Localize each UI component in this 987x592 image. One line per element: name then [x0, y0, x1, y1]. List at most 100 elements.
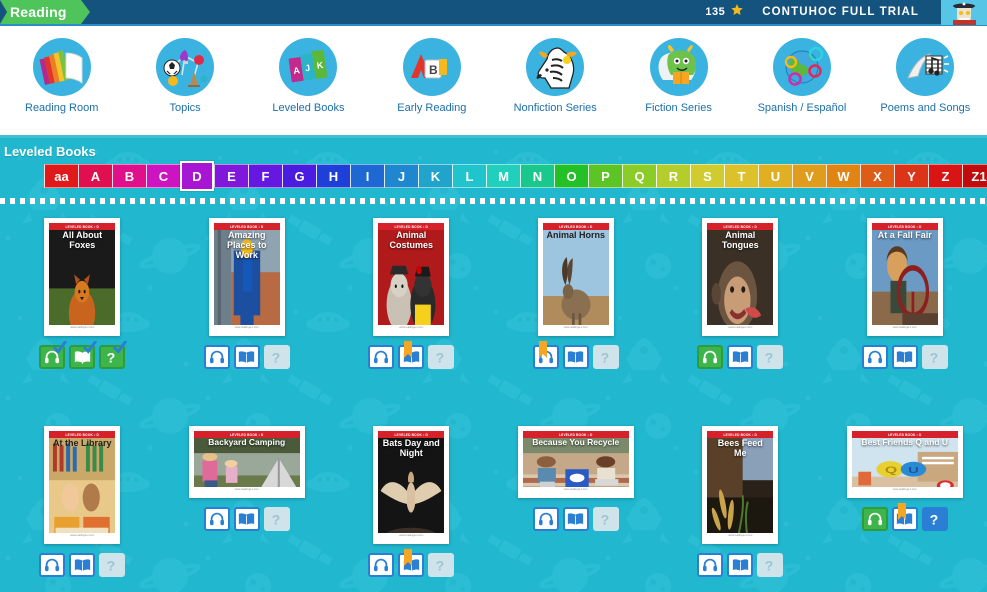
level-tab-L[interactable]: L [452, 164, 486, 188]
listen-icon[interactable] [39, 340, 67, 369]
read-icon[interactable] [891, 345, 918, 369]
nav-label: Poems and Songs [880, 102, 971, 114]
cover-level-band: LEVELED BOOK • D [707, 223, 774, 230]
cover-level-band: LEVELED BOOK • D [378, 223, 445, 230]
book-cover[interactable]: LEVELED BOOK • D Backyard Camping www.read… [188, 426, 305, 498]
level-tab-H[interactable]: H [316, 164, 350, 188]
quiz-icon: ? [592, 507, 619, 531]
read-icon[interactable] [398, 341, 425, 369]
listen-icon[interactable] [532, 341, 559, 369]
book-cover[interactable]: Q U LEVELED BOOK • D Best Friends Q and U ww… [846, 426, 963, 498]
read-icon[interactable] [727, 345, 754, 369]
check-icon [83, 340, 97, 360]
brand-tab-reading[interactable]: Reading [0, 0, 90, 24]
read-icon[interactable] [727, 553, 754, 577]
level-tab-label: R [668, 168, 679, 184]
nav-item-early-reading[interactable]: B Early Reading [370, 38, 493, 115]
level-tab-E[interactable]: E [214, 164, 248, 188]
listen-icon[interactable] [861, 507, 888, 531]
book-grid: LEVELED BOOK • D All About Foxes www.readi… [0, 204, 987, 592]
read-icon[interactable] [562, 507, 589, 531]
book-action-icons: ? [532, 507, 619, 531]
nav-item-nonfiction-series[interactable]: Nonfiction Series [494, 38, 617, 115]
nav-item-fiction-series[interactable]: Fiction Series [617, 38, 740, 115]
level-tab-X[interactable]: X [860, 164, 894, 188]
quiz-icon[interactable]: ? [99, 340, 127, 369]
book-cover[interactable]: LEVELED BOOK • D Bats Day and Night www.re… [373, 426, 450, 544]
level-tab-aa[interactable]: aa [44, 164, 78, 188]
read-icon[interactable] [398, 549, 425, 577]
listen-icon[interactable] [532, 507, 559, 531]
avatar[interactable] [941, 0, 987, 25]
section-title: Leveled Books [4, 144, 96, 159]
cover-footer-url: www.readinga-z.com [542, 325, 609, 331]
level-tab-F[interactable]: F [248, 164, 282, 188]
level-tab-K[interactable]: K [418, 164, 452, 188]
level-tab-D[interactable]: D [180, 161, 214, 191]
read-icon[interactable] [69, 340, 97, 369]
listen-icon[interactable] [697, 345, 724, 369]
book-action-icons: ? [39, 553, 126, 577]
listen-icon[interactable] [39, 553, 66, 577]
read-icon[interactable] [891, 503, 918, 531]
read-icon[interactable] [69, 553, 96, 577]
listen-icon[interactable] [368, 553, 395, 577]
nav-item-poems-and-songs[interactable]: Poems and Songs [864, 38, 987, 115]
book-cover[interactable]: LEVELED BOOK • D Amazing Places to Work ww… [208, 218, 285, 336]
level-tab-Z1[interactable]: Z1 [962, 164, 987, 188]
book-cover[interactable]: LEVELED BOOK • D All About Foxes www.readi… [44, 218, 121, 336]
level-tab-O[interactable]: O [554, 164, 588, 188]
book-cover[interactable]: LEVELED BOOK • D Animal Costumes www.readi… [373, 218, 450, 336]
read-icon[interactable] [562, 345, 589, 369]
level-tab-U[interactable]: U [758, 164, 792, 188]
book-cover[interactable]: LEVELED BOOK • D At a Fall Fair www.readin… [866, 218, 943, 336]
book-action-icons: ? [203, 507, 290, 531]
level-tab-P[interactable]: P [588, 164, 622, 188]
read-icon[interactable] [233, 507, 260, 531]
level-tab-Z[interactable]: Z [928, 164, 962, 188]
book-cover[interactable]: LEVELED BOOK • D At the Library www.readin… [44, 426, 121, 544]
alphabet-books-icon: A J K [279, 38, 338, 96]
nav-item-topics[interactable]: Topics [123, 38, 246, 115]
book-cover[interactable]: LEVELED BOOK • D Bees Feed Me www.readinga… [702, 426, 779, 544]
quiz-icon[interactable]: ? [921, 507, 948, 531]
level-tab-C[interactable]: C [146, 164, 180, 188]
book-cover[interactable]: LEVELED BOOK • D Animal Horns www.readinga… [537, 218, 614, 336]
read-icon[interactable] [233, 345, 260, 369]
book-cover[interactable]: LEVELED BOOK • D Animal Tongues www.readin… [702, 218, 779, 336]
listen-icon[interactable] [861, 345, 888, 369]
level-tab-V[interactable]: V [792, 164, 826, 188]
nav-item-leveled-books[interactable]: A J K Leveled Books [247, 38, 370, 115]
level-tab-I[interactable]: I [350, 164, 384, 188]
level-tab-W[interactable]: W [826, 164, 860, 188]
level-tab-M[interactable]: M [486, 164, 520, 188]
level-tab-T[interactable]: T [724, 164, 758, 188]
level-tab-J[interactable]: J [384, 164, 418, 188]
listen-icon[interactable] [203, 345, 230, 369]
cover-level-band: LEVELED BOOK • D [49, 431, 116, 438]
level-tab-N[interactable]: N [520, 164, 554, 188]
bookmark-icon [404, 341, 413, 358]
svg-text:?: ? [929, 350, 938, 365]
level-tab-A[interactable]: A [78, 164, 112, 188]
level-tab-R[interactable]: R [656, 164, 690, 188]
book-cover[interactable]: LEVELED BOOK • D Because You Recycle www.r… [517, 426, 634, 498]
content-area: Leveled Books aa A B C D E F G H I J K L M N O P Q R S T U V W X… [0, 138, 987, 592]
cover-level-band: LEVELED BOOK • D [707, 431, 774, 438]
listen-icon[interactable] [697, 553, 724, 577]
book-card: LEVELED BOOK • D Amazing Places to Work ww… [165, 218, 330, 426]
level-tab-label: A [90, 168, 101, 184]
level-tab-S[interactable]: S [690, 164, 724, 188]
topics-network-icon [156, 38, 215, 96]
nav-item-spanish[interactable]: Spanish / Español [740, 38, 863, 115]
level-tab-B[interactable]: B [112, 164, 146, 188]
listen-icon[interactable] [368, 345, 395, 369]
book-title: Bees Feed Me [717, 438, 763, 458]
level-tab-G[interactable]: G [282, 164, 316, 188]
cover-footer-url: www.readinga-z.com [522, 487, 629, 493]
level-tab-Q[interactable]: Q [622, 164, 656, 188]
nav-item-reading-room[interactable]: Reading Room [0, 38, 123, 115]
level-tab-Y[interactable]: Y [894, 164, 928, 188]
svg-text:?: ? [929, 512, 938, 527]
listen-icon[interactable] [203, 507, 230, 531]
